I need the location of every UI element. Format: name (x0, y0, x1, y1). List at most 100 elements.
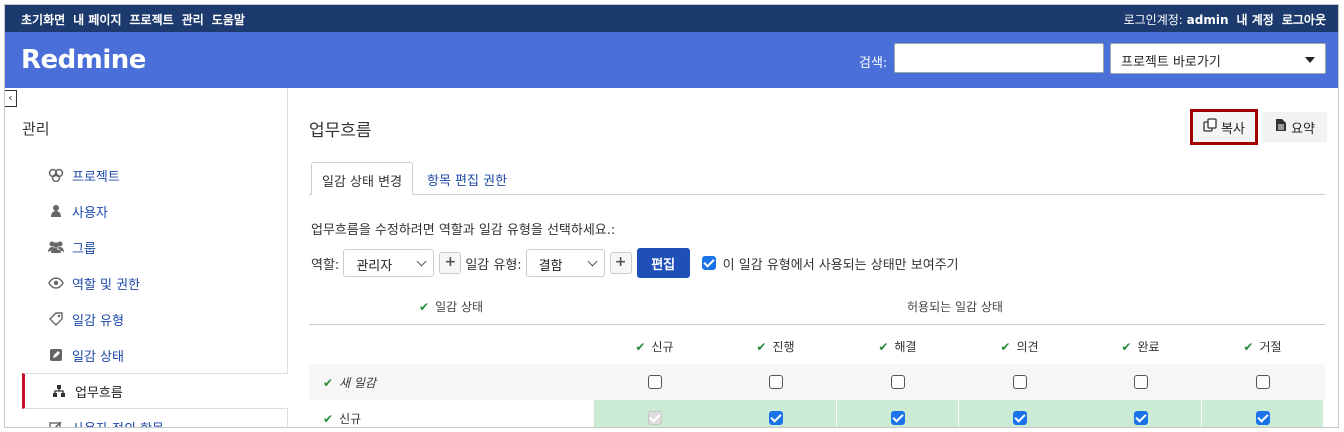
tab-field-permissions[interactable]: 항목 편집 권한 (417, 162, 517, 195)
projects-icon (48, 167, 64, 183)
table-cell (1202, 400, 1323, 427)
project-jump-select[interactable]: 프로젝트 바로가기 (1110, 43, 1326, 74)
sidebar: ‹ 관리 프로젝트 사용자 그룹 역할 및 권한 일감 유형 일감 상태 업무흐… (5, 88, 288, 428)
table-row: ✔ 신규 (309, 400, 1325, 427)
column-header-label: 완료 (1137, 340, 1160, 354)
transition-checkbox[interactable] (647, 375, 662, 389)
sidebar-item-users[interactable]: 사용자 (22, 193, 288, 229)
column-header: ✔ 해결 (837, 338, 958, 355)
column-header-label: 의견 (1016, 340, 1039, 354)
check-icon[interactable]: ✔ (878, 340, 888, 354)
table-cell (594, 400, 715, 427)
sidebar-collapse-icon[interactable]: ‹ (5, 90, 17, 107)
table-cell (959, 400, 1080, 427)
role-select[interactable]: 관리자 (343, 249, 435, 277)
project-jump-label: 프로젝트 바로가기 (1121, 55, 1221, 70)
menu-my-page[interactable]: 내 페이지 (73, 11, 121, 28)
column-header-label: 해결 (894, 340, 917, 354)
sidebar-item-label: 역할 및 권한 (72, 277, 141, 293)
sidebar-item-workflow[interactable]: 업무흐름 (22, 373, 288, 409)
sidebar-item-label: 프로젝트 (72, 169, 120, 185)
check-icon[interactable]: ✔ (635, 340, 645, 354)
transition-checkbox[interactable] (1012, 375, 1027, 389)
transition-checkbox[interactable] (1255, 375, 1270, 389)
allowed-status-header: 허용되는 일감 상태 (907, 300, 1003, 314)
check-icon[interactable]: ✔ (756, 340, 766, 354)
header: Redmine 검색: 프로젝트 바로가기 (5, 32, 1338, 88)
logged-as-label: 로그인계정: (1123, 13, 1183, 27)
menu-administration[interactable]: 관리 (182, 11, 204, 28)
group-icon (48, 239, 64, 255)
my-account-link[interactable]: 내 계정 (1237, 11, 1274, 28)
admin-menu: 프로젝트 사용자 그룹 역할 및 권한 일감 유형 일감 상태 업무흐름 (22, 157, 288, 428)
column-header: ✔ 거절 (1202, 338, 1323, 355)
summary-button-label: 요약 (1291, 121, 1315, 137)
check-icon[interactable]: ✔ (323, 412, 333, 426)
edit-button[interactable]: 편집 (636, 248, 690, 278)
menu-home[interactable]: 초기화면 (21, 11, 65, 28)
app-title[interactable]: Redmine (21, 45, 146, 75)
sidebar-item-label: 그룹 (72, 241, 96, 257)
tag-icon (48, 311, 64, 327)
workflow-icon (51, 383, 67, 399)
workflow-filters: 역할: 관리자 + 일감 유형: 결함 + 편집 이 일감 유형에서 사용되는 … (311, 248, 959, 278)
column-header-label: 거절 (1259, 340, 1282, 354)
transition-checkbox[interactable] (890, 411, 905, 425)
role-expand-button[interactable]: + (439, 252, 462, 274)
table-cell (837, 364, 958, 400)
copy-icon (1203, 118, 1217, 136)
column-header: ✔ 의견 (959, 338, 1080, 355)
column-header: ✔ 신규 (594, 338, 715, 355)
row-label-text: 새 일감 (339, 376, 376, 390)
logout-link[interactable]: 로그아웃 (1282, 11, 1326, 28)
only-used-statuses-checkbox[interactable] (701, 256, 716, 270)
instruction-text: 업무흐름을 수정하려면 역할과 일감 유형을 선택하세요.: (311, 223, 616, 238)
table-cell (715, 364, 836, 400)
logged-user[interactable]: admin (1187, 13, 1229, 27)
sidebar-item-label: 사용자 (72, 205, 108, 221)
check-icon[interactable]: ✔ (419, 300, 429, 314)
logged-as: 로그인계정: admin (1124, 11, 1229, 28)
check-icon[interactable]: ✔ (1000, 340, 1010, 354)
sidebar-item-trackers[interactable]: 일감 유형 (22, 301, 288, 337)
user-icon (48, 203, 64, 219)
table-cell (1080, 364, 1201, 400)
only-used-statuses-label: 이 일감 유형에서 사용되는 상태만 보여주기 (722, 257, 959, 273)
menu-help[interactable]: 도움말 (212, 11, 245, 28)
transition-checkbox[interactable] (1255, 411, 1270, 425)
sidebar-item-groups[interactable]: 그룹 (22, 229, 288, 265)
sidebar-item-label: 일감 상태 (72, 349, 124, 365)
tab-status-transitions[interactable]: 일감 상태 변경 (311, 162, 414, 195)
role-label: 역할: (311, 257, 340, 273)
redmine-window: 초기화면 내 페이지 프로젝트 관리 도움말 로그인계정: admin 내 계정… (4, 4, 1339, 428)
row-label: ✔ 신규 (323, 410, 361, 427)
transition-checkbox[interactable] (768, 375, 783, 389)
transition-checkbox[interactable] (768, 411, 783, 425)
transition-checkbox[interactable] (1133, 375, 1148, 389)
column-header-label: 진행 (772, 340, 795, 354)
tracker-expand-button[interactable]: + (609, 252, 632, 274)
menu-projects[interactable]: 프로젝트 (130, 11, 174, 28)
sidebar-item-custom-fields[interactable]: 사용자 정의 항목 (22, 409, 288, 428)
caret-down-icon (1305, 57, 1315, 63)
copy-button[interactable]: 복사 (1190, 109, 1258, 145)
column-header: ✔ 완료 (1080, 338, 1201, 355)
search-input[interactable] (894, 43, 1104, 73)
table-header: ✔ 일감 상태 허용되는 일감 상태 (309, 290, 1325, 325)
current-status-header: ✔ 일감 상태 (419, 298, 483, 315)
check-icon[interactable]: ✔ (1243, 340, 1253, 354)
sidebar-item-label: 사용자 정의 항목 (72, 418, 164, 428)
check-icon[interactable]: ✔ (1121, 340, 1131, 354)
sidebar-item-projects[interactable]: 프로젝트 (22, 157, 288, 193)
table-cell (1202, 364, 1323, 400)
sidebar-item-roles[interactable]: 역할 및 권한 (22, 265, 288, 301)
transition-checkbox[interactable] (1012, 411, 1027, 425)
transition-checkbox-disabled (647, 411, 662, 425)
check-icon[interactable]: ✔ (323, 376, 333, 390)
sidebar-item-issue-statuses[interactable]: 일감 상태 (22, 337, 288, 373)
transition-checkbox[interactable] (890, 375, 905, 389)
main-content: 업무흐름 복사 요약 일감 상태 변경 항목 편집 권한 업무흐름을 수정하려면… (289, 88, 1338, 427)
transition-checkbox[interactable] (1133, 411, 1148, 425)
tracker-select[interactable]: 결함 (525, 249, 605, 277)
summary-button[interactable]: 요약 (1263, 112, 1327, 142)
